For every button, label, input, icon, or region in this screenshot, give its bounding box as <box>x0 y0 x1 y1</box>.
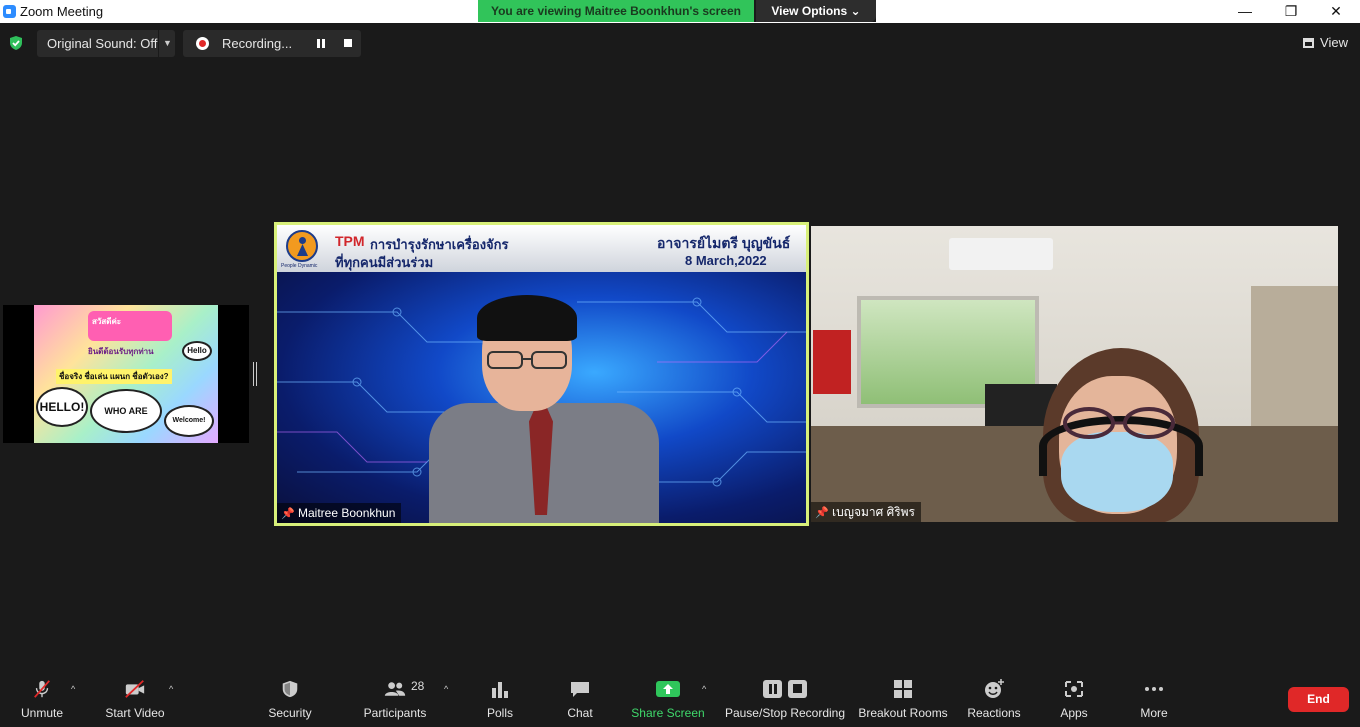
original-sound-button[interactable]: Original Sound: Off ▼ <box>37 30 175 57</box>
welcome-slide-image: สวัสดีค่ะ ยินดีต้อนรับทุกท่าน ชื่อจริง ช… <box>34 305 218 443</box>
pause-stop-recording-icon <box>763 680 807 698</box>
slide-teacher: อาจารย์ไมตรี บุญขันธ์ <box>657 235 791 251</box>
breakout-rooms-button[interactable]: Breakout Rooms <box>856 667 950 727</box>
slide-header: People Dynamic TPM การบำรุงรักษาเครื่องจ… <box>277 225 806 272</box>
participant-name: เบญจมาศ ศิริพร <box>832 505 915 519</box>
end-meeting-button[interactable]: End <box>1288 687 1349 712</box>
wall-calendar <box>813 330 851 394</box>
recording-icon <box>196 37 209 50</box>
participant-glasses <box>1063 407 1175 439</box>
chevron-down-icon: ⌄ <box>850 4 861 18</box>
stop-recording-icon[interactable] <box>344 39 352 47</box>
hello-small-bubble: Hello <box>182 341 212 361</box>
share-options-chevron-icon[interactable]: ^ <box>702 684 706 694</box>
view-options-label: View Options <box>771 4 848 18</box>
zoom-logo-icon <box>3 5 16 18</box>
reactions-label: Reactions <box>967 706 1021 720</box>
apps-button[interactable]: Apps <box>1050 667 1098 727</box>
slide-subtitle: ที่ทุกคนมีส่วนร่วม <box>335 255 434 270</box>
chat-button[interactable]: Chat <box>556 667 604 727</box>
slide-line-1: สวัสดีค่ะ <box>92 317 122 326</box>
speaker-name: Maitree Boonkhun <box>298 506 396 520</box>
slide-line-3: ชื่อจริง ชื่อเล่น แผนก ชื่อตัวเอง? <box>56 369 172 384</box>
polls-label: Polls <box>486 706 513 720</box>
recording-label: Recording... <box>222 36 293 51</box>
recording-status: Recording... <box>183 30 361 57</box>
apps-icon <box>1065 681 1083 697</box>
speaker-name-tag: 📌 Maitree Boonkhun <box>277 503 402 523</box>
unmute-label: Unmute <box>20 706 64 720</box>
active-speaker-tile[interactable]: People Dynamic TPM การบำรุงรักษาเครื่องจ… <box>274 222 809 526</box>
chevron-down-icon[interactable]: ▼ <box>163 30 172 57</box>
participant-name-tag: 📌 เบญจมาศ ศิริพร <box>811 502 921 522</box>
polls-chart-icon <box>492 682 508 698</box>
breakout-rooms-label: Breakout Rooms <box>858 706 948 720</box>
thumbnail-video-tile[interactable]: สวัสดีค่ะ ยินดีต้อนรับทุกท่าน ชื่อจริง ช… <box>3 305 249 443</box>
encryption-shield-icon[interactable] <box>8 35 24 51</box>
share-screen-label: Share Screen <box>631 706 705 720</box>
video-options-chevron-icon[interactable]: ^ <box>169 684 173 694</box>
apps-label: Apps <box>1060 706 1088 720</box>
participants-icon <box>384 682 406 696</box>
pin-icon: 📌 <box>281 508 295 520</box>
viewing-screen-notice: You are viewing Maitree Boonkhun's scree… <box>478 0 754 22</box>
resize-handle[interactable] <box>253 362 257 386</box>
participants-button[interactable]: 28 Participants <box>359 667 431 727</box>
divider <box>158 30 159 57</box>
presenter-glasses <box>487 351 567 369</box>
slide-tpm: TPM <box>335 233 365 249</box>
polls-button[interactable]: Polls <box>474 667 526 727</box>
gallery-grid-icon <box>1303 38 1314 48</box>
people-dynamic-logo <box>286 230 318 262</box>
pause-stop-recording-label: Pause/Stop Recording <box>724 706 846 720</box>
breakout-rooms-icon <box>894 680 912 698</box>
view-label: View <box>1320 35 1348 50</box>
pin-icon: 📌 <box>815 507 829 519</box>
participant-video-tile[interactable]: 📌 เบญจมาศ ศิริพร <box>811 226 1338 522</box>
title-bar: Zoom Meeting You are viewing Maitree Boo… <box>0 0 1360 23</box>
hello-big-bubble: HELLO! <box>36 387 88 427</box>
who-are-you-bubble: WHO ARE YOU? <box>90 389 162 433</box>
window-title: Zoom Meeting <box>20 4 104 19</box>
meeting-toolbar: Unmute ^ Start Video ^ Security 28 Parti… <box>0 667 1360 727</box>
start-video-button[interactable]: Start Video <box>100 667 170 727</box>
participants-count: 28 <box>411 679 425 693</box>
audio-options-chevron-icon[interactable]: ^ <box>71 684 75 694</box>
reactions-smiley-icon <box>985 679 1004 698</box>
close-button[interactable]: ✕ <box>1313 0 1359 22</box>
screen-share-banner: You are viewing Maitree Boonkhun's scree… <box>478 0 876 22</box>
security-shield-icon <box>282 680 298 698</box>
air-conditioner <box>949 238 1053 270</box>
reactions-button[interactable]: Reactions <box>962 667 1026 727</box>
view-options-button[interactable]: View Options ⌄ <box>756 0 876 22</box>
logo-caption: People Dynamic <box>281 263 318 269</box>
start-video-label: Start Video <box>105 706 165 720</box>
share-screen-button[interactable]: Share Screen <box>630 667 706 727</box>
share-screen-icon <box>656 681 680 697</box>
welcome-bubble: Welcome! <box>164 405 214 437</box>
minimize-button[interactable]: — <box>1222 0 1268 22</box>
unmute-button[interactable]: Unmute <box>10 667 74 727</box>
more-label: More <box>1140 706 1168 720</box>
slide-date: 8 March,2022 <box>685 253 767 268</box>
chat-bubble-icon <box>571 682 589 697</box>
security-button[interactable]: Security <box>258 667 322 727</box>
original-sound-label: Original Sound: Off <box>47 36 158 51</box>
participants-label: Participants <box>363 706 427 720</box>
security-label: Security <box>268 706 312 720</box>
more-dots-icon <box>1145 687 1163 691</box>
pause-stop-recording-button[interactable]: Pause/Stop Recording <box>722 667 848 727</box>
slide-line-2: ยินดีต้อนรับทุกท่าน <box>88 347 154 356</box>
microphone-muted-icon <box>34 680 50 698</box>
presenter-hair <box>477 295 577 341</box>
video-camera-off-icon <box>125 680 145 698</box>
more-button[interactable]: More <box>1130 667 1178 727</box>
restore-button[interactable]: ❐ <box>1268 0 1314 22</box>
pause-recording-icon[interactable] <box>317 39 325 48</box>
participants-options-chevron-icon[interactable]: ^ <box>444 684 448 694</box>
view-button[interactable]: View <box>1299 31 1352 55</box>
chat-label: Chat <box>567 706 593 720</box>
